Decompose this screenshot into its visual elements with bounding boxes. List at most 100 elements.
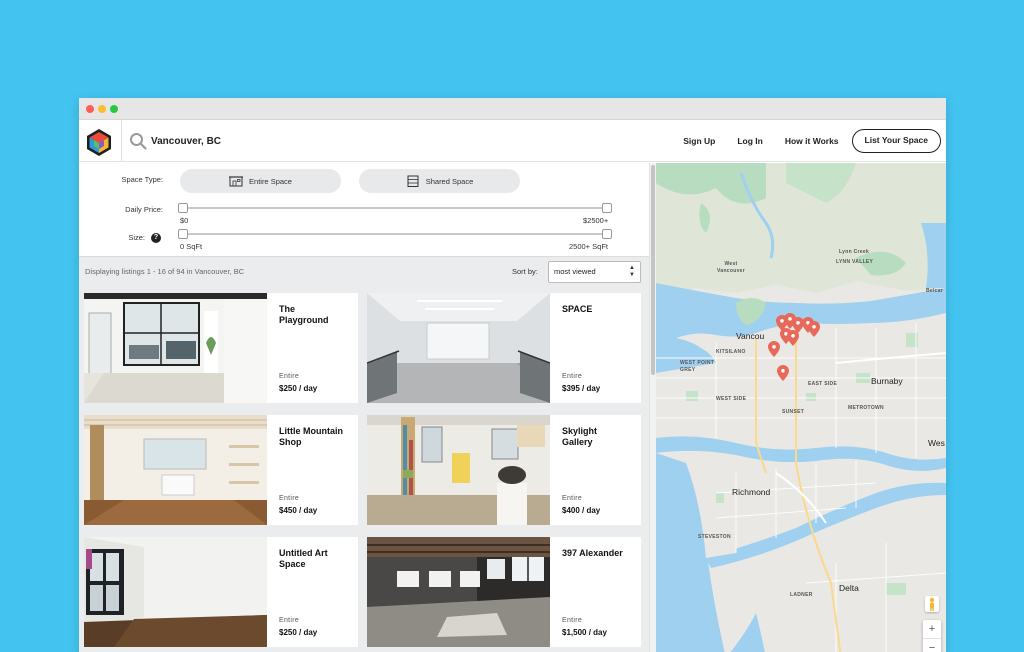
zoom-out-button[interactable]: −: [923, 639, 941, 652]
building-icon: [229, 176, 244, 187]
listing-info: Skylight Gallery Entire $400 / day: [550, 415, 641, 525]
size-max-value: 2500+ SqFt: [569, 242, 608, 251]
listing-card[interactable]: 397 Alexander Entire $1,500 / day: [367, 537, 641, 647]
listing-title: The Playground: [279, 304, 329, 325]
size-label: Size:: [128, 233, 145, 242]
help-icon[interactable]: ?: [151, 233, 161, 243]
close-window-button[interactable]: [86, 105, 94, 113]
map-label-sunset: SUNSET: [782, 409, 805, 415]
price-slider[interactable]: [178, 203, 612, 213]
listing-type: Entire: [562, 373, 583, 380]
map-label-burnaby: Burnaby: [871, 376, 903, 386]
price-min-handle[interactable]: [178, 203, 188, 213]
listing-card[interactable]: The Playground Entire $250 / day: [84, 293, 358, 403]
size-max-handle[interactable]: [602, 229, 612, 239]
size-slider[interactable]: [178, 229, 612, 239]
listing-photo[interactable]: [367, 537, 550, 647]
listing-type: Entire: [562, 495, 583, 502]
filters-panel: Space Type: Entire Space Shared Space Da…: [79, 163, 649, 257]
map-view[interactable]: Lynn Creek West Vancouver LYNN VALLEY Va…: [656, 163, 946, 652]
map-label-lynn-valley: LYNN VALLEY: [836, 259, 874, 265]
window-titlebar: [79, 98, 946, 120]
listing-card[interactable]: Untitled Art Space Entire $250 / day: [84, 537, 358, 647]
map-label-west-vancouver: West Vancouver: [717, 261, 745, 274]
minimize-window-button[interactable]: [98, 105, 106, 113]
log-in-link[interactable]: Log In: [737, 136, 763, 146]
price-max-value: $2500+: [583, 216, 609, 225]
listings-panel: Space Type: Entire Space Shared Space Da…: [79, 163, 655, 652]
map-label-metrotown: METROTOWN: [848, 405, 884, 411]
listing-info: 397 Alexander Entire $1,500 / day: [550, 537, 641, 647]
map-canvas[interactable]: [656, 163, 946, 652]
listing-title: Little Mountain Shop: [279, 426, 343, 447]
listing-price: $250 / day: [279, 628, 318, 637]
shared-space-label: Shared Space: [425, 176, 474, 186]
listings-scrollbar[interactable]: [649, 163, 656, 652]
size-min-handle[interactable]: [178, 229, 188, 239]
listing-price: $1,500 / day: [562, 628, 607, 637]
maximize-window-button[interactable]: [110, 105, 118, 113]
scrollbar-thumb[interactable]: [651, 165, 655, 375]
map-label-lynn-creek: Lynn Creek: [839, 249, 870, 255]
daily-price-label: Daily Price:: [125, 205, 163, 214]
listing-photo[interactable]: [367, 415, 550, 525]
sort-label: Sort by:: [512, 267, 538, 276]
results-bar: Displaying listings 1 - 16 of 94 in Vanc…: [79, 258, 649, 288]
listing-price: $250 / day: [279, 384, 318, 393]
entire-space-button[interactable]: Entire Space: [180, 169, 341, 193]
listing-info: The Playground Entire $250 / day: [267, 293, 358, 403]
listing-price: $395 / day: [562, 384, 601, 393]
how-it-works-link[interactable]: How it Works: [785, 136, 839, 146]
site-header: Sign Up Log In How it Works List Your Sp…: [79, 120, 946, 162]
listing-title: SPACE: [562, 304, 593, 314]
listing-photo[interactable]: [367, 293, 550, 403]
list-your-space-button[interactable]: List Your Space: [851, 129, 941, 153]
map-label-steveston: STEVESTON: [698, 534, 731, 540]
sign-up-link[interactable]: Sign Up: [683, 136, 715, 146]
location-search-input[interactable]: [151, 131, 451, 151]
listing-type: Entire: [279, 617, 300, 624]
header-divider: [121, 120, 122, 162]
listing-type: Entire: [562, 617, 583, 624]
listing-photo[interactable]: [84, 537, 267, 647]
map-label-belcarra: Belcar: [926, 288, 944, 294]
map-label-kitsilano: KITSILANO: [716, 349, 746, 355]
listing-info: SPACE Entire $395 / day: [550, 293, 641, 403]
listing-price: $450 / day: [279, 506, 318, 515]
street-view-pegman-icon[interactable]: [925, 596, 939, 612]
map-pin-icon[interactable]: [777, 365, 789, 381]
entire-space-label: Entire Space: [249, 176, 292, 186]
price-max-handle[interactable]: [602, 203, 612, 213]
results-count: Displaying listings 1 - 16 of 94 in Vanc…: [85, 267, 245, 276]
map-label-west-point-grey: WEST POINT GREY: [680, 360, 715, 373]
map-label-delta: Delta: [839, 583, 859, 593]
price-slider-track: [180, 207, 610, 209]
zoom-in-button[interactable]: +: [923, 620, 941, 639]
browser-window: Sign Up Log In How it Works List Your Sp…: [79, 98, 946, 652]
space-type-label: Space Type:: [121, 175, 163, 184]
map-label-richmond: Richmond: [732, 487, 771, 497]
map-label-west-side: WEST SIDE: [716, 396, 747, 402]
listing-title: 397 Alexander: [562, 548, 623, 558]
map-label-west-edge: Wes: [928, 438, 945, 448]
listing-photo[interactable]: [84, 415, 267, 525]
sort-dropdown[interactable]: most viewed ▲ ▼: [548, 261, 641, 283]
listing-card[interactable]: Little Mountain Shop Entire $450 / day: [84, 415, 358, 525]
map-pin-icon[interactable]: [768, 341, 780, 357]
logo-icon[interactable]: [84, 127, 114, 157]
map-pin-icon[interactable]: [808, 321, 820, 337]
listing-card[interactable]: SPACE Entire $395 / day: [367, 293, 641, 403]
listing-info: Little Mountain Shop Entire $450 / day: [267, 415, 358, 525]
map-pin-icon[interactable]: [787, 330, 799, 346]
listing-photo[interactable]: [84, 293, 267, 403]
listing-card[interactable]: Skylight Gallery Entire $400 / day: [367, 415, 641, 525]
shared-space-button[interactable]: Shared Space: [359, 169, 520, 193]
search-icon: [130, 133, 147, 150]
listing-title: Skylight Gallery: [562, 426, 598, 447]
map-label-vancouver: Vancou: [736, 331, 765, 341]
price-min-value: $0: [180, 216, 189, 225]
top-nav: Sign Up Log In How it Works List Your Sp…: [683, 129, 941, 153]
size-min-value: 0 SqFt: [180, 242, 203, 251]
listing-price: $400 / day: [562, 506, 601, 515]
listing-info: Untitled Art Space Entire $250 / day: [267, 537, 358, 647]
